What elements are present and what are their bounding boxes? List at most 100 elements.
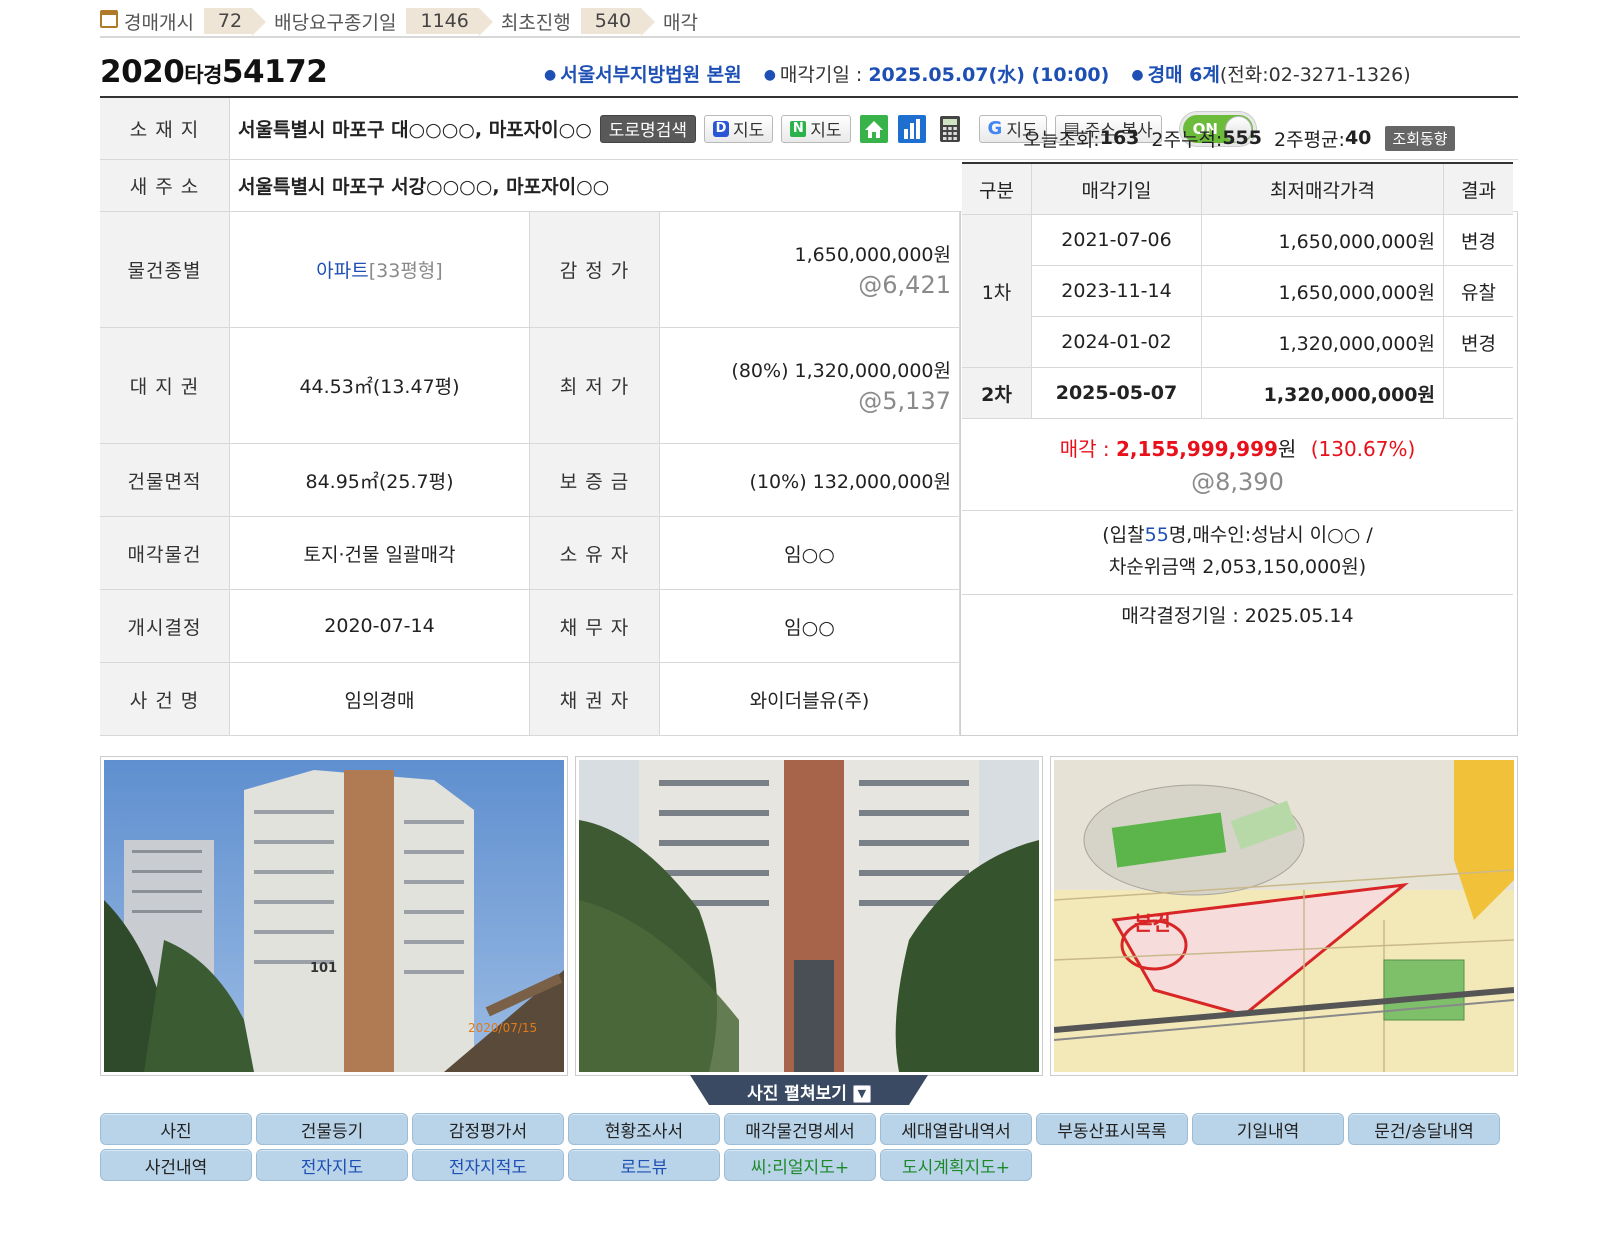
commencement-label: 개시결정 — [100, 590, 230, 663]
doc-button-e-map[interactable]: 전자지도 — [256, 1149, 408, 1181]
history-row: 2024-01-02 1,320,000,000원 변경 — [962, 317, 1513, 368]
owner-value: 임○○ — [660, 517, 960, 590]
progress-count: 540 — [580, 8, 656, 36]
new-address-label: 새 주 소 — [100, 160, 230, 212]
doc-button-urban-plan-map[interactable]: 도시계획지도+ — [880, 1149, 1032, 1181]
progress-step-sale: 매각 — [663, 11, 698, 34]
bullet-icon: ● — [1131, 67, 1144, 83]
view-stats: 오늘조회: 163 2주누적: 555 2주평균: 40 조회동향 — [960, 114, 1518, 162]
doc-button-household-record[interactable]: 세대열람내역서 — [880, 1113, 1032, 1145]
building-area-label: 건물면적 — [100, 444, 230, 517]
doc-button-case-history[interactable]: 사건내역 — [100, 1149, 252, 1181]
doc-button-date-history[interactable]: 기일내역 — [1192, 1113, 1344, 1145]
building-photo-1-image: 101 2020/07/15 — [104, 760, 564, 1072]
views-today: 163 — [1099, 127, 1140, 149]
address-value: 서울특별시 마포구 대○○○○, 마포자이○○ — [238, 119, 592, 141]
bidder-count: 55 — [1144, 524, 1169, 546]
building-number-label: 101 — [310, 961, 337, 976]
case-name-label: 사 건 명 — [100, 663, 230, 736]
history-row: 2023-11-14 1,650,000,000원 유찰 — [962, 266, 1513, 317]
doc-button-building-registry[interactable]: 건물등기 — [256, 1113, 408, 1145]
views-average: 40 — [1344, 127, 1372, 149]
history-row: 2차 2025-05-07 1,320,000,000원 — [962, 368, 1513, 419]
appraisal-label: 감 정 가 — [530, 212, 660, 328]
doc-button-photo[interactable]: 사진 — [100, 1113, 252, 1145]
sale-object-label: 매각물건 — [100, 517, 230, 590]
case-name-value: 임의경매 — [230, 663, 530, 736]
creditor-value: 와이더블유(주) — [660, 663, 960, 736]
progress-step-first-auction: 최초진행 540 — [501, 8, 663, 36]
road-name-search-button[interactable]: 도로명검색 — [599, 114, 696, 143]
minimum-price-value: (80%) 1,320,000,000원 @5,137 — [660, 328, 960, 444]
naver-map-button[interactable]: N 지도 — [781, 114, 851, 143]
building-photo-2-image — [579, 760, 1039, 1072]
photo-expand-button[interactable]: 사진 펼쳐보기 ▼ — [690, 1075, 928, 1105]
progress-step-claim-deadline: 배당요구종기일 1146 — [274, 8, 501, 36]
progress-count: 72 — [203, 8, 267, 36]
sale-decision-date: 매각결정기일 : 2025.05.14 — [1121, 605, 1354, 627]
sale-price: 2,155,999,999 — [1115, 437, 1278, 461]
history-header-row: 구분 매각기일 최저매각가격 결과 — [962, 164, 1513, 215]
auction-history-table: 구분 매각기일 최저매각가격 결과 2021-07-06 1,650,000,0… — [962, 162, 1513, 419]
progress-step-start: 경매개시 72 — [124, 8, 274, 36]
daum-map-button[interactable]: D 지도 — [703, 114, 774, 143]
court-link[interactable]: 서울서부지방법원 본원 — [560, 64, 741, 86]
building-area-value: 84.95㎡(25.7평) — [230, 444, 530, 517]
doc-button-sale-specification[interactable]: 매각물건명세서 — [724, 1113, 876, 1145]
doc-button-appraisal[interactable]: 감정평가서 — [412, 1113, 564, 1145]
bid-info: (입찰55명,매수인:성남시 이○○ / 차순위금액 2,053,150,000… — [962, 511, 1513, 595]
sale-object-value: 토지·건물 일괄매각 — [230, 517, 530, 590]
view-trend-button[interactable]: 조회동향 — [1385, 125, 1455, 151]
views-two-weeks: 555 — [1222, 127, 1262, 149]
sale-date: 2025.05.07(水) (10:00) — [868, 64, 1110, 86]
bullet-icon: ● — [544, 67, 557, 83]
deposit-value: (10%) 132,000,000원 — [660, 444, 960, 517]
commencement-value: 2020-07-14 — [230, 590, 530, 663]
sale-result: 매각 : 2,155,999,999원 (130.67%) @8,390 — [962, 427, 1513, 511]
bullet-icon: ● — [763, 67, 776, 83]
calendar-icon — [100, 10, 118, 28]
history-round-cell: 1차 — [962, 215, 1032, 368]
debtor-label: 채 무 자 — [530, 590, 660, 663]
case-header: 2020타경54172 ● 서울서부지방법원 본원 ● 매각기일 : 2025.05… — [100, 52, 1518, 98]
naver-logo-icon: N — [790, 120, 807, 137]
map-target-label: 본건 — [1134, 911, 1171, 935]
owner-label: 소 유 자 — [530, 517, 660, 590]
department-phone: (전화:02-3271-1326) — [1219, 64, 1411, 86]
department-link[interactable]: 경매 6계 — [1148, 64, 1220, 86]
photo-date-stamp: 2020/07/15 — [468, 1021, 537, 1035]
progress-steps: 경매개시 72 배당요구종기일 1146 최초진행 540 매각 — [100, 6, 1520, 38]
sale-ratio: (130.67%) — [1310, 437, 1416, 461]
case-number: 2020타경54172 — [100, 54, 328, 90]
property-type-link[interactable]: 아파트 — [316, 256, 368, 283]
appraisal-per-unit: @6,421 — [858, 271, 951, 299]
deposit-label: 보 증 금 — [530, 444, 660, 517]
sale-per-unit: @8,390 — [1191, 468, 1284, 496]
location-map-image: 본건 — [1054, 760, 1514, 1072]
doc-button-road-view[interactable]: 로드뷰 — [568, 1149, 720, 1181]
chevron-down-icon: ▼ — [852, 1085, 871, 1103]
minimum-price-per-unit: @5,137 — [858, 387, 951, 415]
land-right-value: 44.53㎡(13.47평) — [230, 328, 530, 444]
new-address-value: 서울특별시 마포구 서강○○○○, 마포자이○○ — [238, 176, 610, 198]
house-icon[interactable] — [859, 114, 889, 144]
property-type-label: 물건종별 — [100, 212, 230, 328]
property-type-value: 아파트 [33평형] — [230, 212, 530, 328]
doc-button-cadastral-map[interactable]: 전자지적도 — [412, 1149, 564, 1181]
doc-button-property-list[interactable]: 부동산표시목록 — [1036, 1113, 1188, 1145]
minimum-price-label: 최 저 가 — [530, 328, 660, 444]
doc-button-delivery-history[interactable]: 문건/송달내역 — [1348, 1113, 1500, 1145]
land-right-label: 대 지 권 — [100, 328, 230, 444]
building-photo-1[interactable]: 101 2020/07/15 — [100, 756, 568, 1076]
debtor-value: 임○○ — [660, 590, 960, 663]
doc-button-real-map[interactable]: 씨:리얼지도+ — [724, 1149, 876, 1181]
history-row: 2021-07-06 1,650,000,000원 변경 — [962, 215, 1513, 266]
appraisal-value: 1,650,000,000원 @6,421 — [660, 212, 960, 328]
doc-button-status-report[interactable]: 현황조사서 — [568, 1113, 720, 1145]
bar-chart-icon[interactable] — [897, 114, 927, 144]
progress-count: 1146 — [406, 8, 494, 36]
creditor-label: 채 권 자 — [530, 663, 660, 736]
building-photo-2[interactable] — [575, 756, 1043, 1076]
location-map[interactable]: 본건 — [1050, 756, 1518, 1076]
address-label: 소 재 지 — [100, 98, 230, 160]
